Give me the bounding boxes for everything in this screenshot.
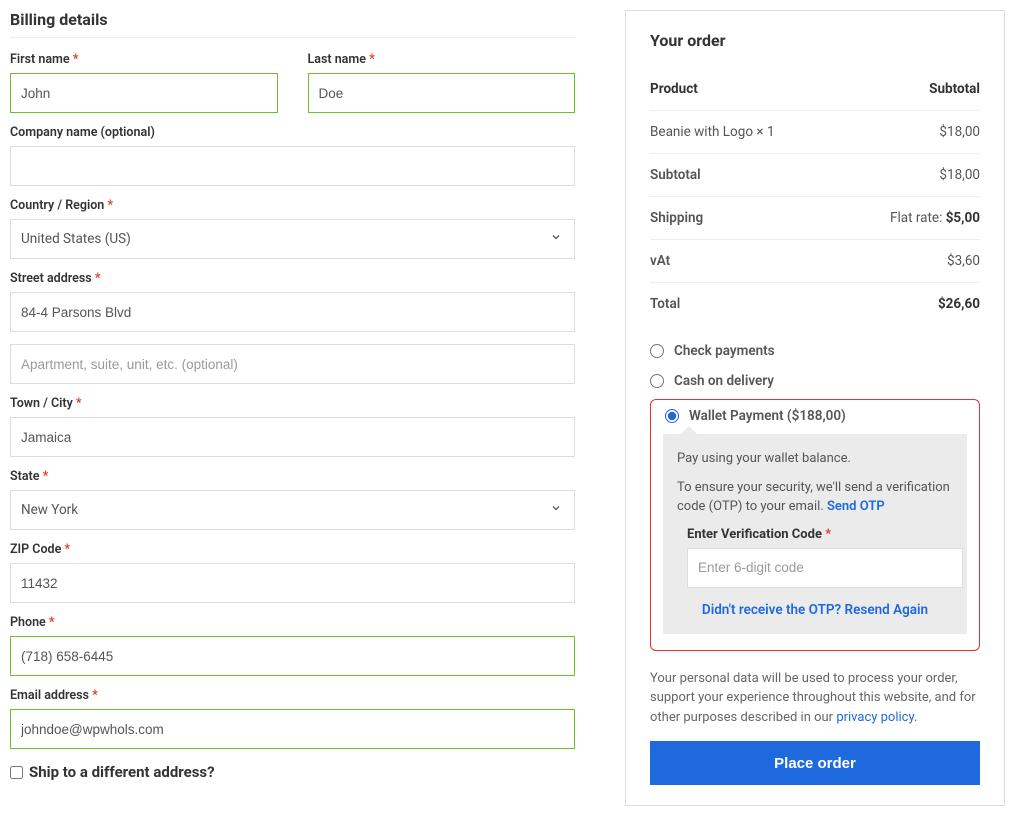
country-value: United States (US) bbox=[21, 231, 131, 247]
pay-cod-label: Cash on delivery bbox=[674, 373, 774, 389]
billing-details-form: Billing details First name * Last name *… bbox=[10, 10, 575, 806]
country-select[interactable]: United States (US) bbox=[10, 219, 575, 259]
zip-input[interactable] bbox=[10, 563, 575, 603]
order-summary-panel: Your order Product Subtotal Beanie with … bbox=[625, 10, 1005, 806]
subtotal-amount: $18,00 bbox=[939, 167, 980, 183]
pay-check-label: Check payments bbox=[674, 343, 775, 359]
line-item-amount: $18,00 bbox=[939, 124, 980, 140]
order-title: Your order bbox=[650, 31, 980, 50]
resend-otp-link[interactable]: Didn't receive the OTP? Resend Again bbox=[702, 602, 928, 618]
country-label: Country / Region * bbox=[10, 198, 575, 213]
pay-option-wallet[interactable]: Wallet Payment ($188,00) bbox=[651, 400, 979, 428]
street-label: Street address * bbox=[10, 271, 575, 286]
ship-different-checkbox[interactable] bbox=[10, 766, 23, 779]
company-input[interactable] bbox=[10, 146, 575, 186]
billing-title: Billing details bbox=[10, 10, 575, 38]
phone-input[interactable] bbox=[10, 636, 575, 676]
city-label: Town / City * bbox=[10, 396, 575, 411]
shipping-label: Shipping bbox=[650, 210, 703, 226]
zip-label: ZIP Code * bbox=[10, 542, 575, 557]
address2-input[interactable] bbox=[10, 344, 575, 384]
total-amount: $26,60 bbox=[938, 296, 980, 312]
email-input[interactable] bbox=[10, 709, 575, 749]
state-value: New York bbox=[21, 502, 78, 518]
radio-wallet[interactable] bbox=[665, 409, 679, 423]
line-item-name: Beanie with Logo × 1 bbox=[650, 124, 775, 140]
state-label: State * bbox=[10, 469, 575, 484]
pay-option-check[interactable]: Check payments bbox=[650, 339, 980, 363]
wallet-security: To ensure your security, we'll send a ve… bbox=[677, 479, 953, 517]
payment-methods: Check payments Cash on delivery Wallet P… bbox=[650, 339, 980, 651]
last-name-input[interactable] bbox=[308, 73, 576, 113]
privacy-policy-link[interactable]: privacy policy bbox=[836, 710, 914, 725]
first-name-input[interactable] bbox=[10, 73, 278, 113]
state-select[interactable]: New York bbox=[10, 490, 575, 530]
radio-cod[interactable] bbox=[650, 374, 664, 388]
radio-check[interactable] bbox=[650, 344, 664, 358]
place-order-button[interactable]: Place order bbox=[650, 741, 980, 785]
vat-label: vAt bbox=[650, 253, 670, 269]
wallet-payment-box: Wallet Payment ($188,00) Pay using your … bbox=[650, 399, 980, 651]
city-input[interactable] bbox=[10, 417, 575, 457]
chevron-down-icon bbox=[550, 502, 562, 518]
email-label: Email address * bbox=[10, 688, 575, 703]
pay-option-cod[interactable]: Cash on delivery bbox=[650, 369, 980, 393]
col-subtotal: Subtotal bbox=[929, 81, 980, 97]
otp-input[interactable] bbox=[687, 548, 963, 588]
wallet-desc: Pay using your wallet balance. bbox=[677, 450, 953, 469]
subtotal-label: Subtotal bbox=[650, 167, 701, 183]
chevron-down-icon bbox=[550, 231, 562, 247]
pay-wallet-label: Wallet Payment ($188,00) bbox=[689, 408, 846, 424]
company-label: Company name (optional) bbox=[10, 125, 575, 140]
privacy-notice: Your personal data will be used to proce… bbox=[650, 669, 980, 728]
order-table: Product Subtotal Beanie with Logo × 1 $1… bbox=[650, 68, 980, 325]
otp-label: Enter Verification Code * bbox=[687, 527, 953, 542]
address1-input[interactable] bbox=[10, 292, 575, 332]
send-otp-link[interactable]: Send OTP bbox=[827, 499, 885, 514]
shipping-amount: Flat rate: $5,00 bbox=[890, 210, 980, 226]
first-name-label: First name * bbox=[10, 52, 278, 67]
vat-amount: $3,60 bbox=[947, 253, 980, 269]
last-name-label: Last name * bbox=[308, 52, 576, 67]
phone-label: Phone * bbox=[10, 615, 575, 630]
total-label: Total bbox=[650, 296, 680, 312]
col-product: Product bbox=[650, 81, 698, 97]
ship-different-label[interactable]: Ship to a different address? bbox=[29, 763, 215, 781]
wallet-body: Pay using your wallet balance. To ensure… bbox=[663, 434, 967, 634]
